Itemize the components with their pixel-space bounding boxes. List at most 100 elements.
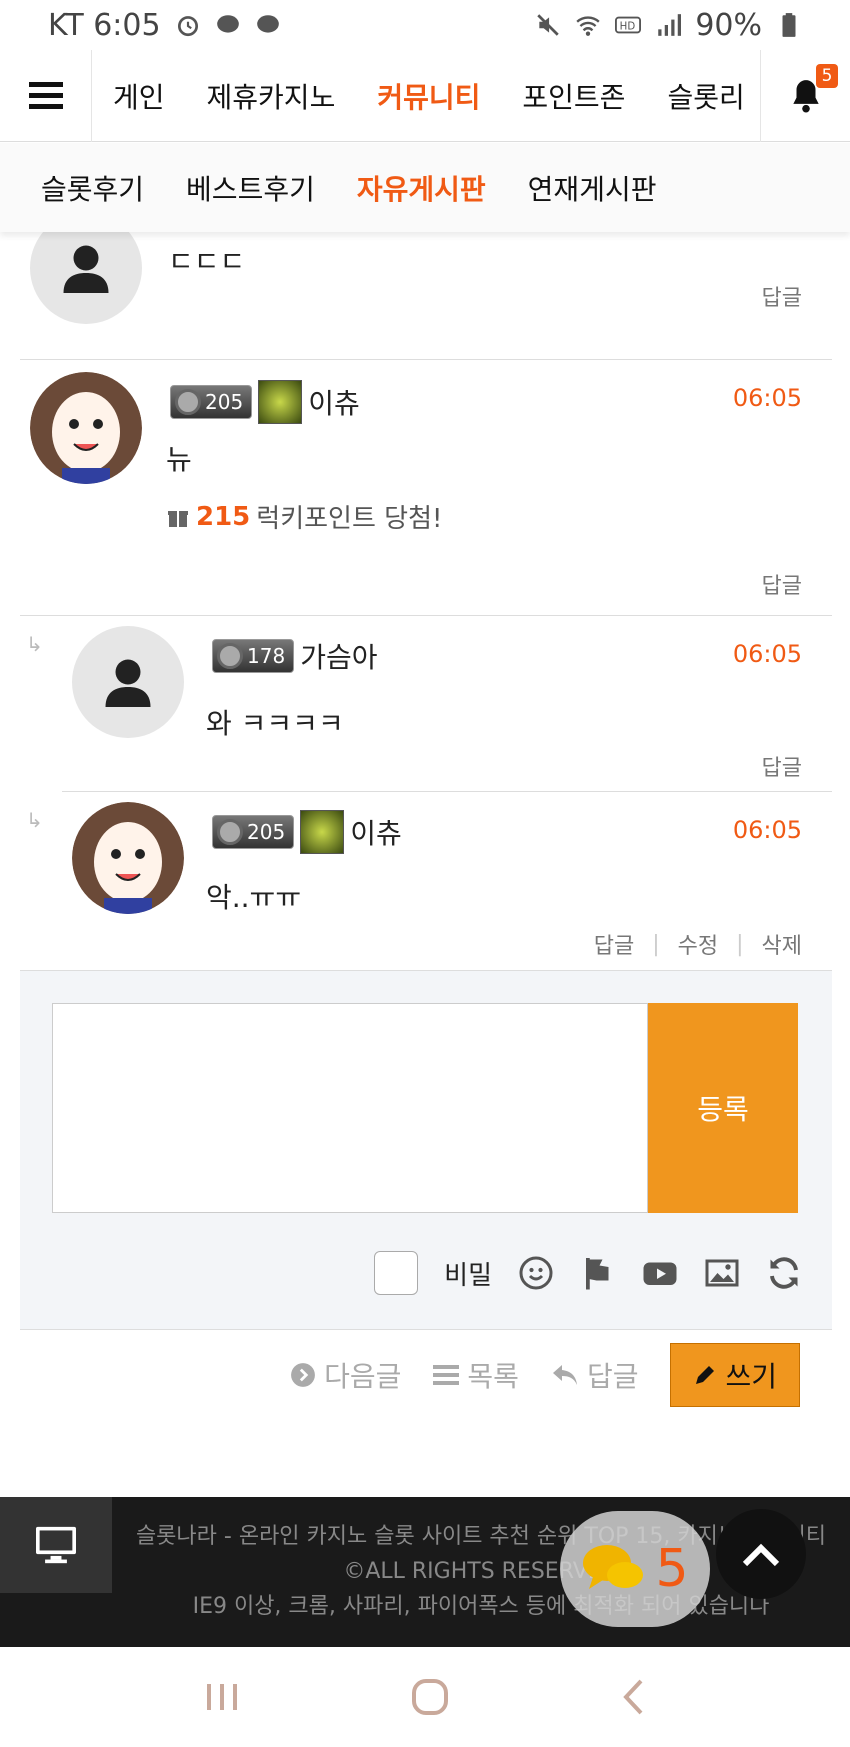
write-label: 쓰기: [725, 1360, 777, 1393]
comment-time: 06:05: [732, 816, 802, 844]
list-label: 목록: [467, 1360, 519, 1393]
list-icon: [433, 1365, 460, 1385]
refresh-icon[interactable]: [766, 1255, 802, 1291]
level-badge: 205: [212, 815, 295, 849]
default-user-icon: [63, 245, 109, 293]
user-avatar-image: [72, 802, 184, 914]
signal-icon: [658, 14, 682, 36]
pc-version-button[interactable]: [0, 1497, 112, 1593]
comment-actions: 답글 | 수정 | 삭제: [594, 928, 802, 960]
reply-link[interactable]: 답글: [762, 280, 802, 312]
reply-link[interactable]: 답글: [762, 750, 802, 782]
comment-item-reply: ↳ 205 이츄 06:05 악..ㅠㅠ 답글 | 수정 | 삭제: [26, 792, 832, 974]
tab-slot-review[interactable]: 슬롯후기: [20, 168, 165, 208]
comment-write-box: 등록 비밀: [20, 970, 832, 1330]
comment-time: 06:05: [732, 384, 802, 412]
post-actions: 다음글 목록 답글 쓰기: [290, 1343, 800, 1407]
nav-item-game[interactable]: 게인: [92, 76, 186, 116]
mute-icon: [537, 14, 560, 36]
avatar: [72, 626, 184, 738]
level-number: 205: [205, 390, 244, 414]
list-button[interactable]: 목록: [433, 1355, 519, 1395]
comment-body: 와 ㅋㅋㅋㅋ: [206, 707, 344, 740]
comment-input[interactable]: [52, 1003, 648, 1213]
status-time: KT 6:05: [48, 7, 161, 43]
comment-header: 205 이츄: [212, 810, 402, 854]
hamburger-icon: [28, 81, 63, 109]
nav-item-community[interactable]: 커뮤니티: [356, 76, 501, 116]
tab-series-board[interactable]: 연재게시판: [507, 168, 678, 208]
divider: |: [736, 931, 744, 957]
battery-icon: [782, 13, 796, 37]
reply-link[interactable]: 답글: [762, 568, 802, 600]
nav-item-point-zone[interactable]: 포인트존: [501, 76, 646, 116]
reply-arrow-icon: ↳: [26, 808, 43, 832]
emoji-icon[interactable]: [518, 1255, 554, 1291]
chat-button[interactable]: 5: [560, 1511, 710, 1627]
comment-actions: 답글: [762, 280, 802, 312]
pencil-icon: [696, 1366, 715, 1384]
next-post-button[interactable]: 다음글: [290, 1355, 401, 1395]
notification-button[interactable]: 5: [760, 49, 850, 142]
chat-notify-icon-2: [256, 15, 279, 33]
avatar: [72, 802, 184, 914]
flag-icon[interactable]: [580, 1255, 616, 1291]
main-nav: 게인 제휴카지노 커뮤니티 포인트존 슬롯리 5: [0, 49, 850, 142]
level-badge: 178: [212, 639, 295, 673]
comment-header: 205 이츄: [170, 380, 360, 424]
default-user-icon: [105, 659, 151, 707]
chevron-up-icon: [742, 1543, 780, 1567]
lucky-point-amount: 215: [196, 501, 251, 532]
comment-list: ㄷㄷㄷ 답글 205 이츄 06:05 뉴 215 럭키포인트 당첨! 답글 ↳: [20, 212, 832, 974]
nav-item-partner-casino[interactable]: 제휴카지노: [186, 76, 357, 116]
reply-link[interactable]: 답글: [594, 928, 634, 960]
comment-tools: 비밀: [374, 1251, 802, 1295]
comment-actions: 답글: [762, 568, 802, 600]
notification-badge: 5: [816, 63, 838, 88]
edit-link[interactable]: 수정: [678, 928, 718, 960]
nav-item-slot[interactable]: 슬롯리: [646, 76, 760, 116]
back-icon[interactable]: [621, 1678, 645, 1716]
status-bar: KT 6:05 HD 90%: [0, 0, 850, 50]
user-avatar-image: [30, 372, 142, 484]
chevron-right-circle-icon: [291, 1363, 316, 1387]
comment-body: 악..ㅠㅠ: [206, 881, 302, 914]
comment-item: ㄷㄷㄷ 답글: [20, 212, 832, 360]
comment-item: 205 이츄 06:05 뉴 215 럭키포인트 당첨! 답글: [20, 360, 832, 616]
comment-item-reply: ↳ 178 가슴아 06:05 와 ㅋㅋㅋㅋ 답글: [26, 616, 832, 792]
gift-icon: [168, 510, 188, 527]
tab-free-board[interactable]: 자유게시판: [336, 168, 507, 208]
secret-label: 비밀: [444, 1260, 492, 1291]
lucky-point-text: 럭키포인트 당첨!: [256, 504, 443, 534]
alarm-icon: [177, 16, 198, 37]
footer: 슬롯나라 - 온라인 카지노 슬롯 사이트 추천 순위 TOP 15, 카지노 …: [0, 1497, 850, 1647]
comment-time: 06:05: [732, 640, 802, 668]
comment-author[interactable]: 가슴아: [300, 636, 377, 676]
youtube-icon[interactable]: [642, 1255, 678, 1291]
monitor-icon: [36, 1526, 76, 1564]
lucky-point-notice: 215 럭키포인트 당첨!: [166, 498, 442, 535]
comment-author[interactable]: 이츄: [308, 382, 360, 422]
svg-text:HD: HD: [620, 22, 636, 33]
menu-button[interactable]: [0, 49, 92, 142]
reply-arrow-icon: ↳: [26, 632, 43, 656]
comment-author[interactable]: 이츄: [350, 812, 402, 852]
level-icon: [175, 389, 201, 415]
home-icon[interactable]: [410, 1677, 450, 1717]
reply-post-label: 답글: [586, 1360, 639, 1393]
write-button[interactable]: 쓰기: [670, 1343, 800, 1407]
image-icon[interactable]: [704, 1255, 740, 1291]
battery-percent: 90%: [695, 7, 762, 43]
avatar: [30, 372, 142, 484]
reply-post-button[interactable]: 답글: [551, 1355, 639, 1395]
delete-link[interactable]: 삭제: [762, 928, 802, 960]
tab-best-review[interactable]: 베스트후기: [165, 168, 336, 208]
level-badge: 205: [170, 385, 253, 419]
reply-icon: [552, 1365, 577, 1385]
submit-button[interactable]: 등록: [648, 1003, 798, 1213]
wifi-icon: [576, 16, 600, 36]
scroll-top-button[interactable]: [716, 1509, 806, 1599]
secret-checkbox[interactable]: [374, 1251, 419, 1295]
level-icon: [217, 819, 243, 845]
recent-apps-icon[interactable]: [205, 1680, 239, 1714]
